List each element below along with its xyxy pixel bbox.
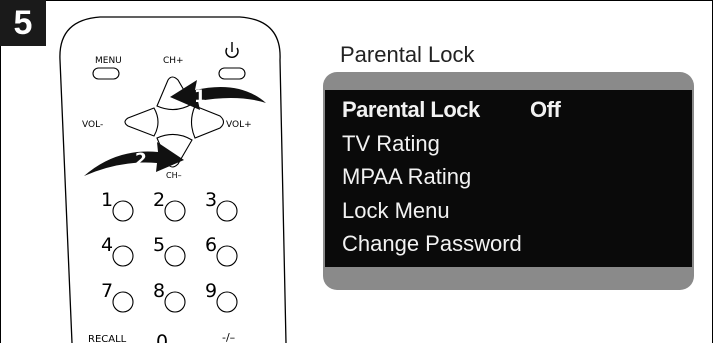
digit-2-button[interactable] — [164, 200, 186, 222]
digit-8-button[interactable] — [164, 291, 186, 313]
vol-up-label: VOL+ — [226, 120, 252, 130]
digit-4-label: 4 — [101, 234, 113, 256]
digit-3-label: 3 — [205, 189, 217, 211]
menu-item-lock-menu[interactable]: Lock Menu — [342, 198, 450, 224]
osd-caption: Parental Lock — [340, 42, 475, 67]
digit-8-label: 8 — [153, 280, 165, 302]
digit-5-button[interactable] — [164, 245, 186, 267]
menu-item-parental-lock[interactable]: Parental Lock — [342, 97, 480, 123]
arrow-two-number: 2 — [135, 150, 147, 170]
digit-9-button[interactable] — [216, 291, 238, 313]
digit-7-button[interactable] — [112, 291, 134, 313]
recall-label: RECALL — [88, 334, 127, 343]
digit-2-label: 2 — [153, 189, 165, 211]
digit-1-button[interactable] — [112, 200, 134, 222]
digit-4-button[interactable] — [112, 245, 134, 267]
menu-item-mpaa-rating[interactable]: MPAA Rating — [342, 164, 471, 190]
digit-9-label: 9 — [205, 280, 217, 302]
digit-6-label: 6 — [205, 234, 217, 256]
ch-down-label: CH– — [166, 171, 182, 180]
menu-item-tv-rating[interactable]: TV Rating — [342, 131, 440, 157]
remote-control-illustration: MENU CH+ VOL- VOL+ CH– 1 2 1 2 3 4 5 6 7… — [59, 16, 287, 343]
menu-button[interactable] — [92, 67, 120, 80]
ch-up-label: CH+ — [163, 56, 184, 66]
menu-label: MENU — [95, 56, 122, 66]
digit-6-button[interactable] — [216, 245, 238, 267]
digit-1-label: 1 — [101, 189, 113, 211]
power-button[interactable] — [218, 67, 246, 80]
parental-lock-value: Off — [530, 97, 561, 122]
digit-5-label: 5 — [153, 234, 165, 256]
arrow-one-number: 1 — [194, 87, 206, 107]
menu-item-change-password[interactable]: Change Password — [342, 231, 522, 257]
dash-label: -/– — [222, 331, 235, 343]
vol-down-label: VOL- — [82, 120, 103, 130]
digit-3-button[interactable] — [216, 200, 238, 222]
digit-7-label: 7 — [101, 280, 113, 302]
digit-0-label: 0 — [156, 331, 168, 343]
